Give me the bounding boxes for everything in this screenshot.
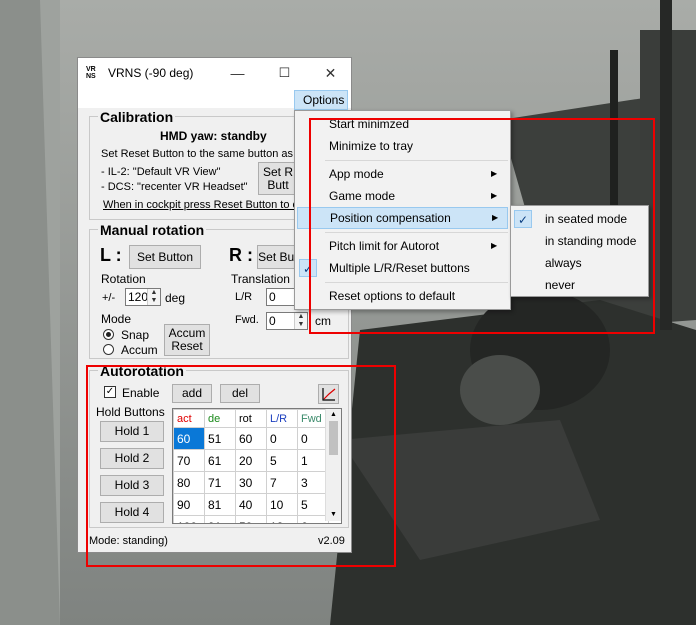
translation-label: Translation — [231, 272, 290, 286]
maximize-button[interactable]: ☐ — [262, 58, 307, 88]
vrns-app-icon: VR NS — [86, 66, 96, 80]
close-button[interactable]: ✕ — [308, 58, 353, 88]
stepper-arrows-icon[interactable]: ▲ ▼ — [147, 289, 160, 305]
options-menu-label: Options — [303, 93, 345, 107]
il2-hint: - IL-2: "Default VR View" — [101, 166, 221, 178]
plusminus-label: +/- — [102, 292, 116, 304]
hmd-yaw-status: HMD yaw: standby — [160, 129, 267, 143]
lr-label: L/R — [235, 291, 253, 303]
fwd-label: Fwd. — [235, 314, 259, 326]
minimize-button[interactable]: — — [215, 58, 260, 88]
rotation-label: Rotation — [101, 272, 146, 286]
snap-label: Snap — [121, 328, 150, 342]
calibration-title: Calibration — [98, 109, 176, 125]
stepper-arrows-icon[interactable]: ▲ ▼ — [294, 313, 307, 329]
fwd-stepper[interactable]: 0 ▲ ▼ — [266, 312, 308, 330]
window-title: VRNS (-90 deg) — [108, 66, 194, 80]
right-label: R : — [229, 245, 253, 265]
dcs-hint: - DCS: "recenter VR Headset" — [101, 181, 248, 193]
snap-radio[interactable] — [103, 329, 114, 340]
annotation-box-autorotation — [86, 365, 396, 567]
fwd-value: 0 — [269, 314, 276, 328]
title-bar: VR NS VRNS (-90 deg) — ☐ ✕ — [78, 58, 351, 88]
left-label: L : — [100, 245, 122, 265]
deg-unit: deg — [165, 291, 186, 305]
accum-reset-button[interactable]: Accum Reset — [164, 324, 210, 356]
accum-radio[interactable] — [103, 344, 114, 355]
rotation-stepper[interactable]: 120 ▲ ▼ — [125, 288, 161, 306]
calibration-instruction: Set Reset Button to the same button as i… — [101, 148, 305, 160]
set-button-left[interactable]: Set Button — [129, 245, 201, 269]
accum-label: Accum — [121, 343, 158, 357]
set-reset-button[interactable]: Set R Butt — [258, 162, 298, 195]
options-menu-header[interactable]: Options — [294, 90, 348, 110]
cockpit-note: When in cockpit press Reset Button to c — [103, 199, 299, 211]
rotation-value: 120 — [128, 290, 149, 304]
lr-value: 0 — [269, 290, 276, 304]
annotation-box-options — [309, 118, 655, 334]
manual-rotation-title: Manual rotation — [98, 222, 207, 238]
mode-label: Mode — [101, 312, 132, 326]
